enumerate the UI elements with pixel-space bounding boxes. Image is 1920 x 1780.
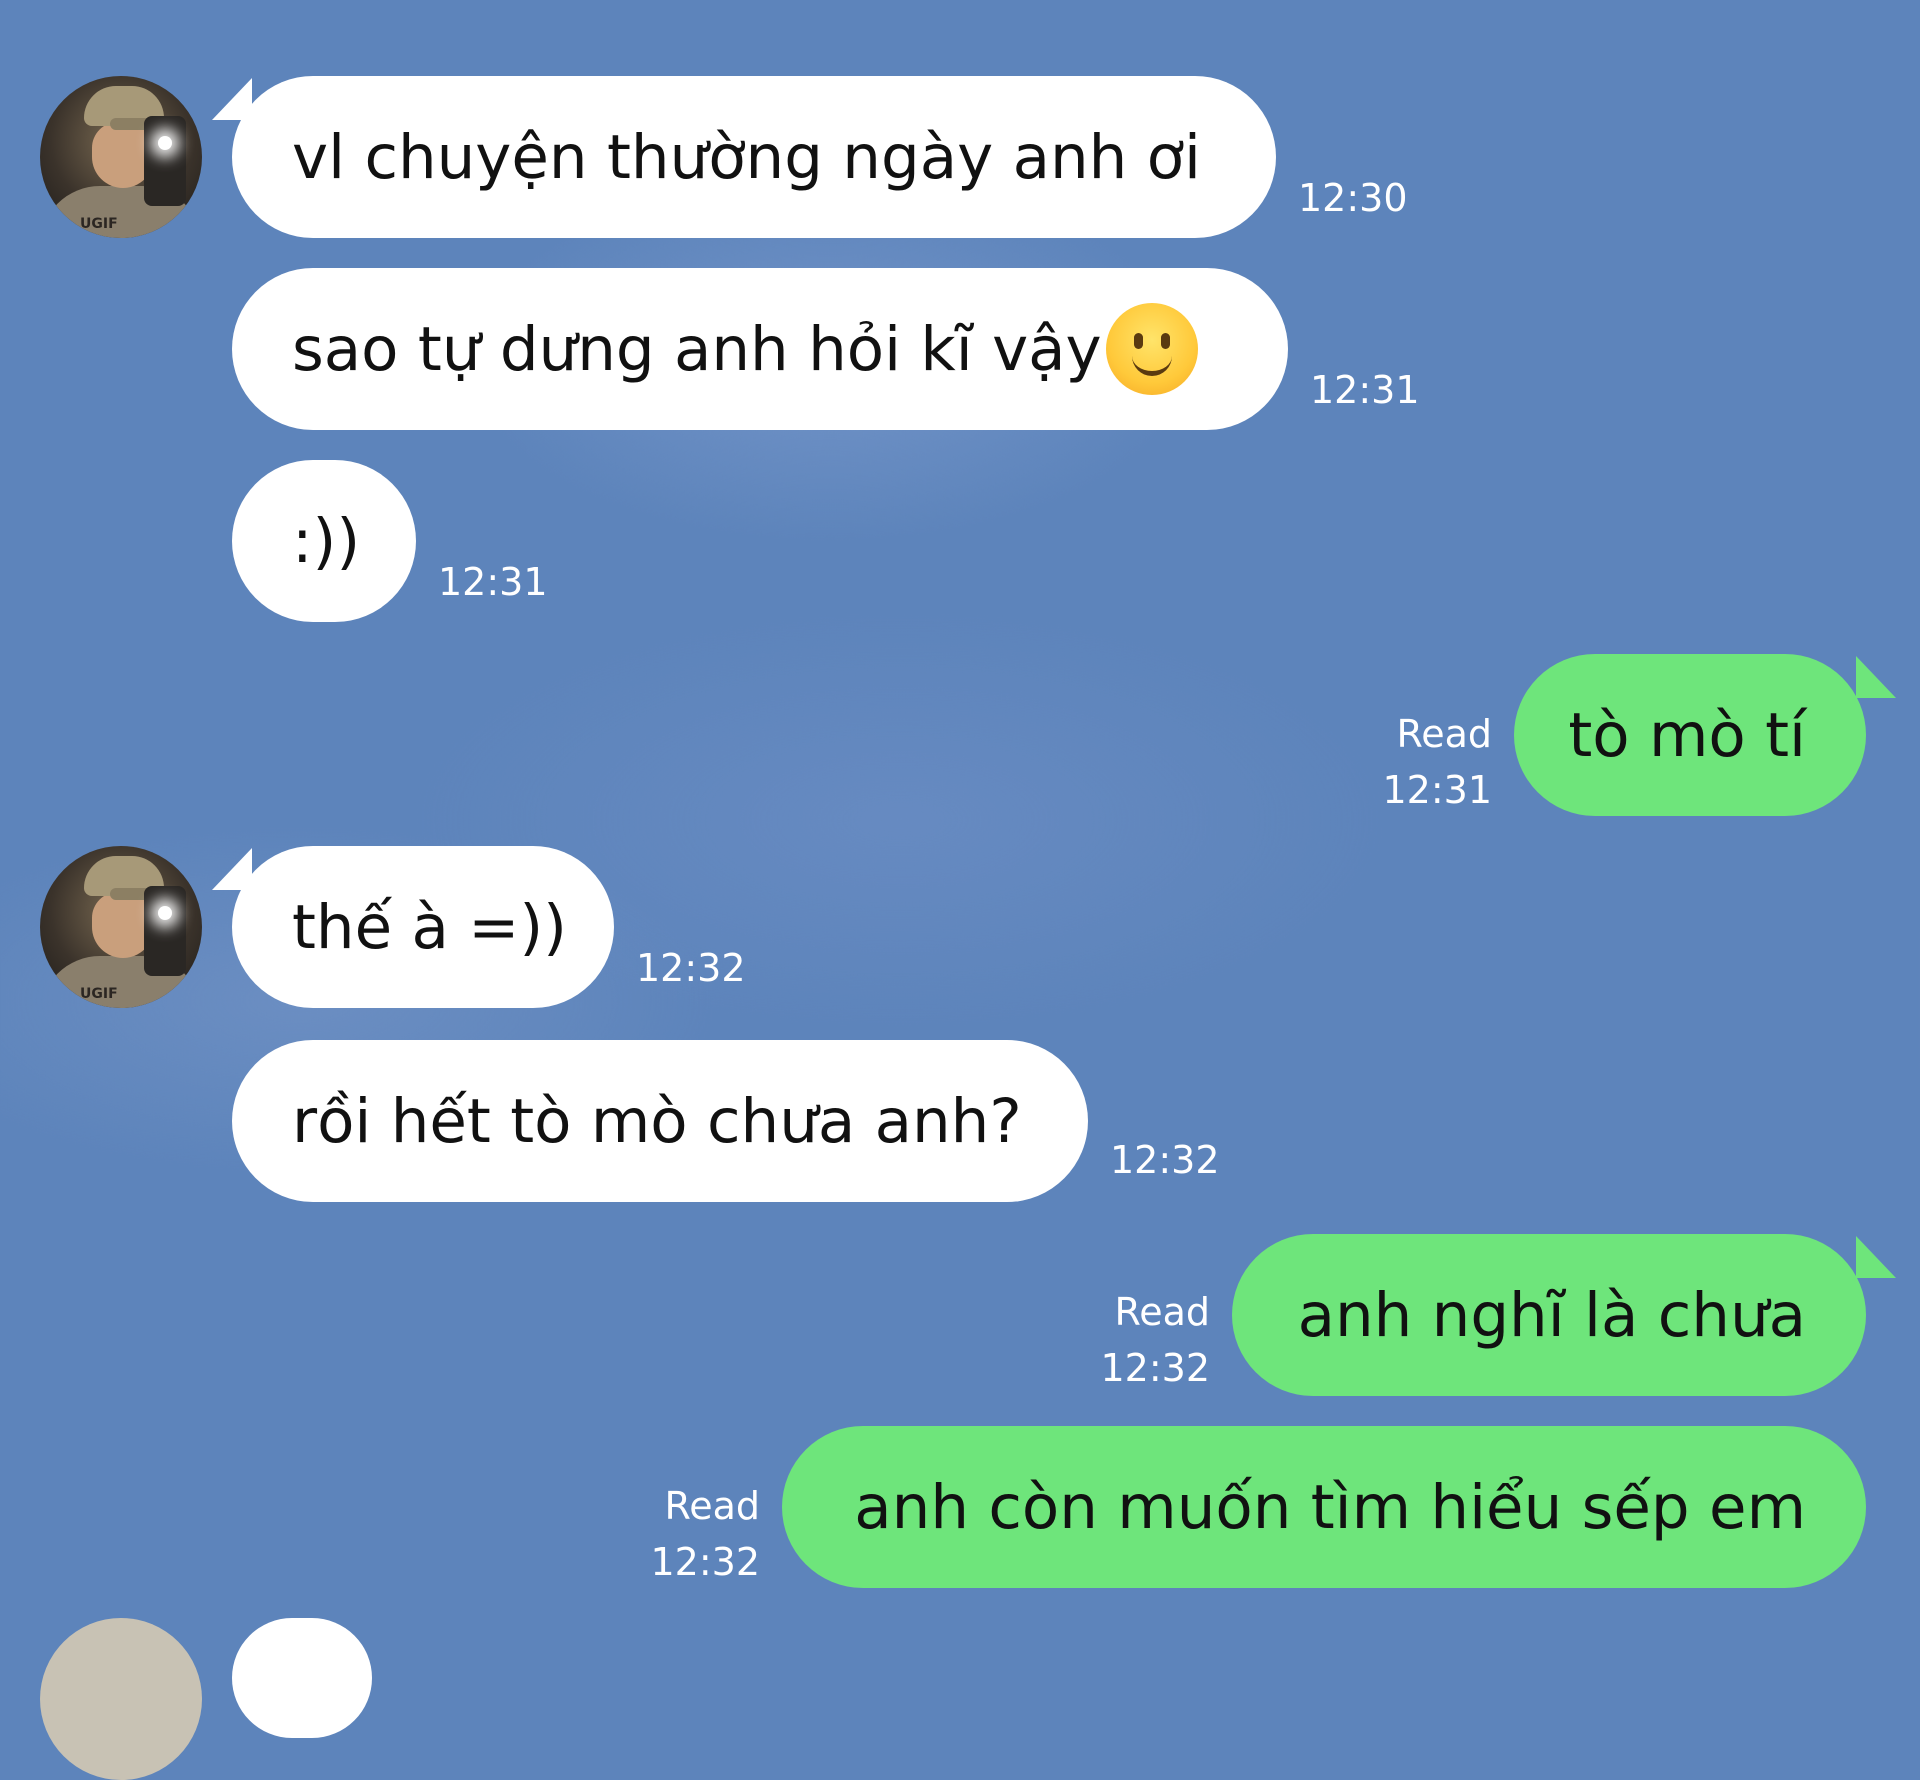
read-status: Read: [664, 1484, 760, 1528]
message-time: 12:32: [636, 946, 746, 990]
outgoing-message-bubble[interactable]: anh nghĩ là chưa: [1232, 1234, 1866, 1396]
incoming-message-bubble[interactable]: sao tự dưng anh hỏi kĩ vậy: [232, 268, 1288, 430]
message-text: vl chuyện thường ngày anh ơi: [292, 121, 1201, 193]
message-text: :)): [292, 505, 361, 577]
incoming-message-bubble[interactable]: rồi hết tò mò chưa anh?: [232, 1040, 1088, 1202]
chat-area: UGIF vl chuyện thường ngày anh ơi 12:30 …: [0, 0, 1920, 1780]
message-text: anh nghĩ là chưa: [1297, 1279, 1806, 1351]
message-text: tò mò tí: [1568, 699, 1806, 771]
incoming-message-bubble[interactable]: thế à =)): [232, 846, 614, 1008]
read-status: Read: [1396, 712, 1492, 756]
contact-avatar[interactable]: UGIF: [40, 846, 202, 1008]
message-text: anh còn muốn tìm hiểu sếp em: [854, 1471, 1806, 1543]
message-time: 12:32: [1110, 1138, 1220, 1182]
message-time: 12:32: [1100, 1346, 1210, 1390]
message-time: 12:31: [438, 560, 548, 604]
message-text: thế à =)): [292, 891, 567, 963]
read-status: Read: [1114, 1290, 1210, 1334]
incoming-message-bubble[interactable]: vl chuyện thường ngày anh ơi: [232, 76, 1276, 238]
slightly-smiling-face-icon: [1105, 303, 1198, 395]
contact-avatar[interactable]: UGIF: [40, 76, 202, 238]
outgoing-message-bubble[interactable]: tò mò tí: [1514, 654, 1866, 816]
avatar-logo-text: UGIF: [80, 216, 118, 232]
outgoing-message-bubble[interactable]: anh còn muốn tìm hiểu sếp em: [782, 1426, 1866, 1588]
message-time: 12:32: [650, 1540, 760, 1584]
message-text: sao tự dưng anh hỏi kĩ vậy: [292, 313, 1102, 385]
avatar-logo-text: UGIF: [80, 986, 118, 1002]
message-text: rồi hết tò mò chưa anh?: [292, 1085, 1022, 1157]
message-time: 12:30: [1298, 176, 1408, 220]
message-status: Read 12:31: [1360, 706, 1492, 818]
bubble-tail: [1856, 1236, 1896, 1278]
message-time: 12:31: [1382, 768, 1492, 812]
message-status: Read 12:32: [630, 1478, 760, 1590]
message-time: 12:31: [1310, 368, 1420, 412]
incoming-message-bubble[interactable]: :)): [232, 460, 416, 622]
contact-avatar[interactable]: [40, 1618, 202, 1780]
message-status: Read 12:32: [1080, 1284, 1210, 1396]
incoming-message-bubble[interactable]: [232, 1618, 372, 1738]
bubble-tail: [1856, 656, 1896, 698]
